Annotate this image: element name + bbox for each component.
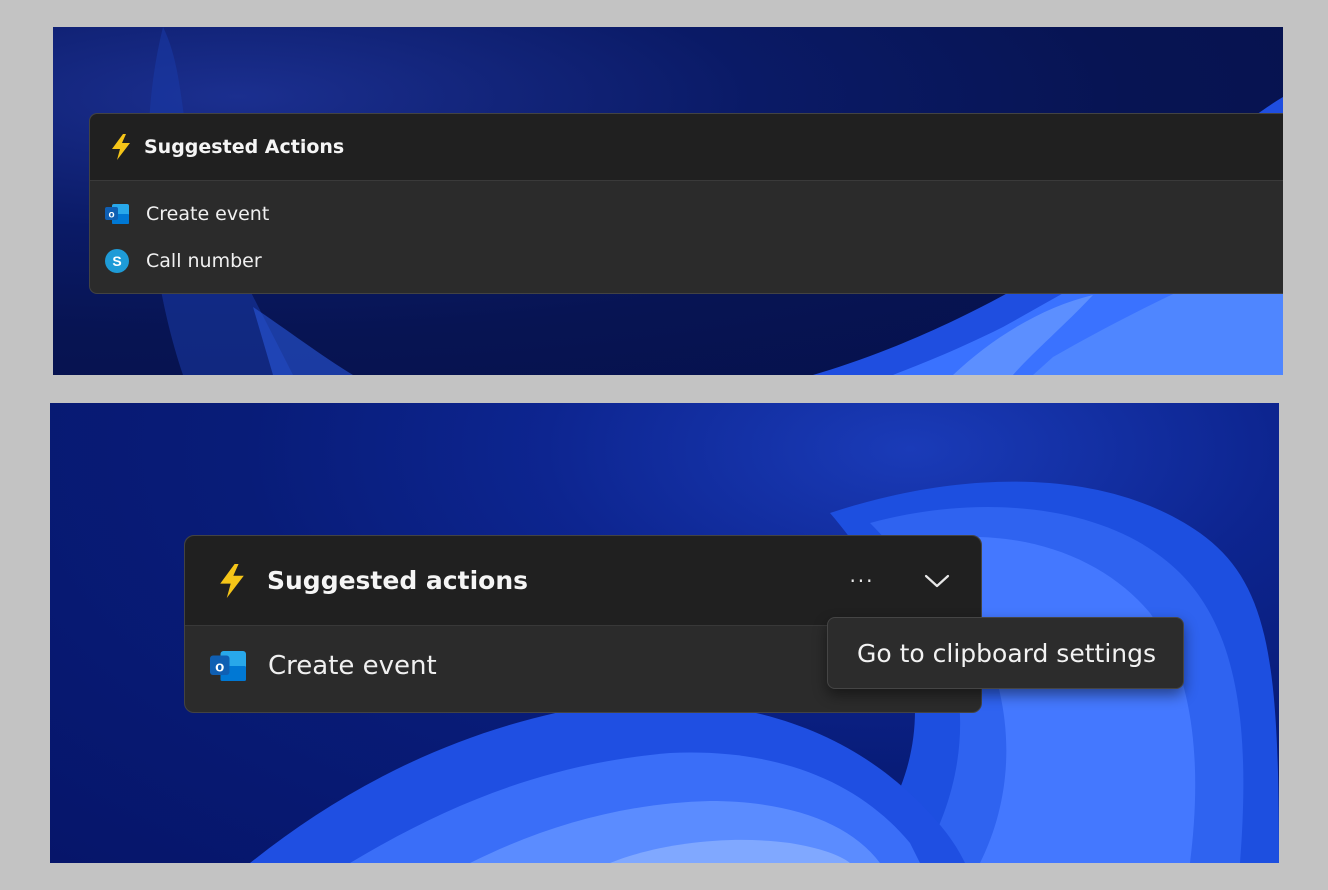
svg-text:S: S (112, 253, 121, 269)
clipboard-settings-menu-item[interactable]: Go to clipboard settings (827, 617, 1184, 689)
outlook-icon: o (208, 648, 248, 684)
action-label: Call number (146, 250, 262, 272)
panel-header: Suggested Actions (90, 114, 1283, 181)
action-label: Create event (268, 651, 437, 681)
panel-header: Suggested actions ··· (185, 536, 981, 626)
collapse-button[interactable] (915, 562, 959, 600)
more-icon: ··· (849, 569, 875, 593)
panel-title: Suggested actions (267, 566, 528, 595)
skype-icon: S (104, 248, 130, 274)
action-create-event[interactable]: o Create event (104, 202, 269, 226)
menu-item-label: Go to clipboard settings (857, 638, 1156, 668)
chevron-down-icon (924, 573, 950, 589)
lightning-icon (110, 134, 132, 160)
panel-title: Suggested Actions (144, 136, 345, 158)
action-create-event[interactable]: o Create event (208, 648, 437, 684)
screenshot-new-design: Suggested actions ··· o Create event Go … (50, 403, 1279, 863)
svg-text:o: o (108, 210, 114, 221)
more-options-button[interactable]: ··· (840, 564, 884, 598)
screenshot-old-design: Suggested Actions o Create event S Call … (53, 27, 1283, 375)
action-label: Create event (146, 203, 270, 225)
action-call-number[interactable]: S Call number (104, 248, 262, 274)
suggested-actions-panel: Suggested Actions o Create event S Call … (89, 113, 1283, 294)
outlook-icon: o (104, 202, 130, 226)
svg-text:o: o (215, 658, 224, 675)
lightning-icon (217, 563, 247, 598)
